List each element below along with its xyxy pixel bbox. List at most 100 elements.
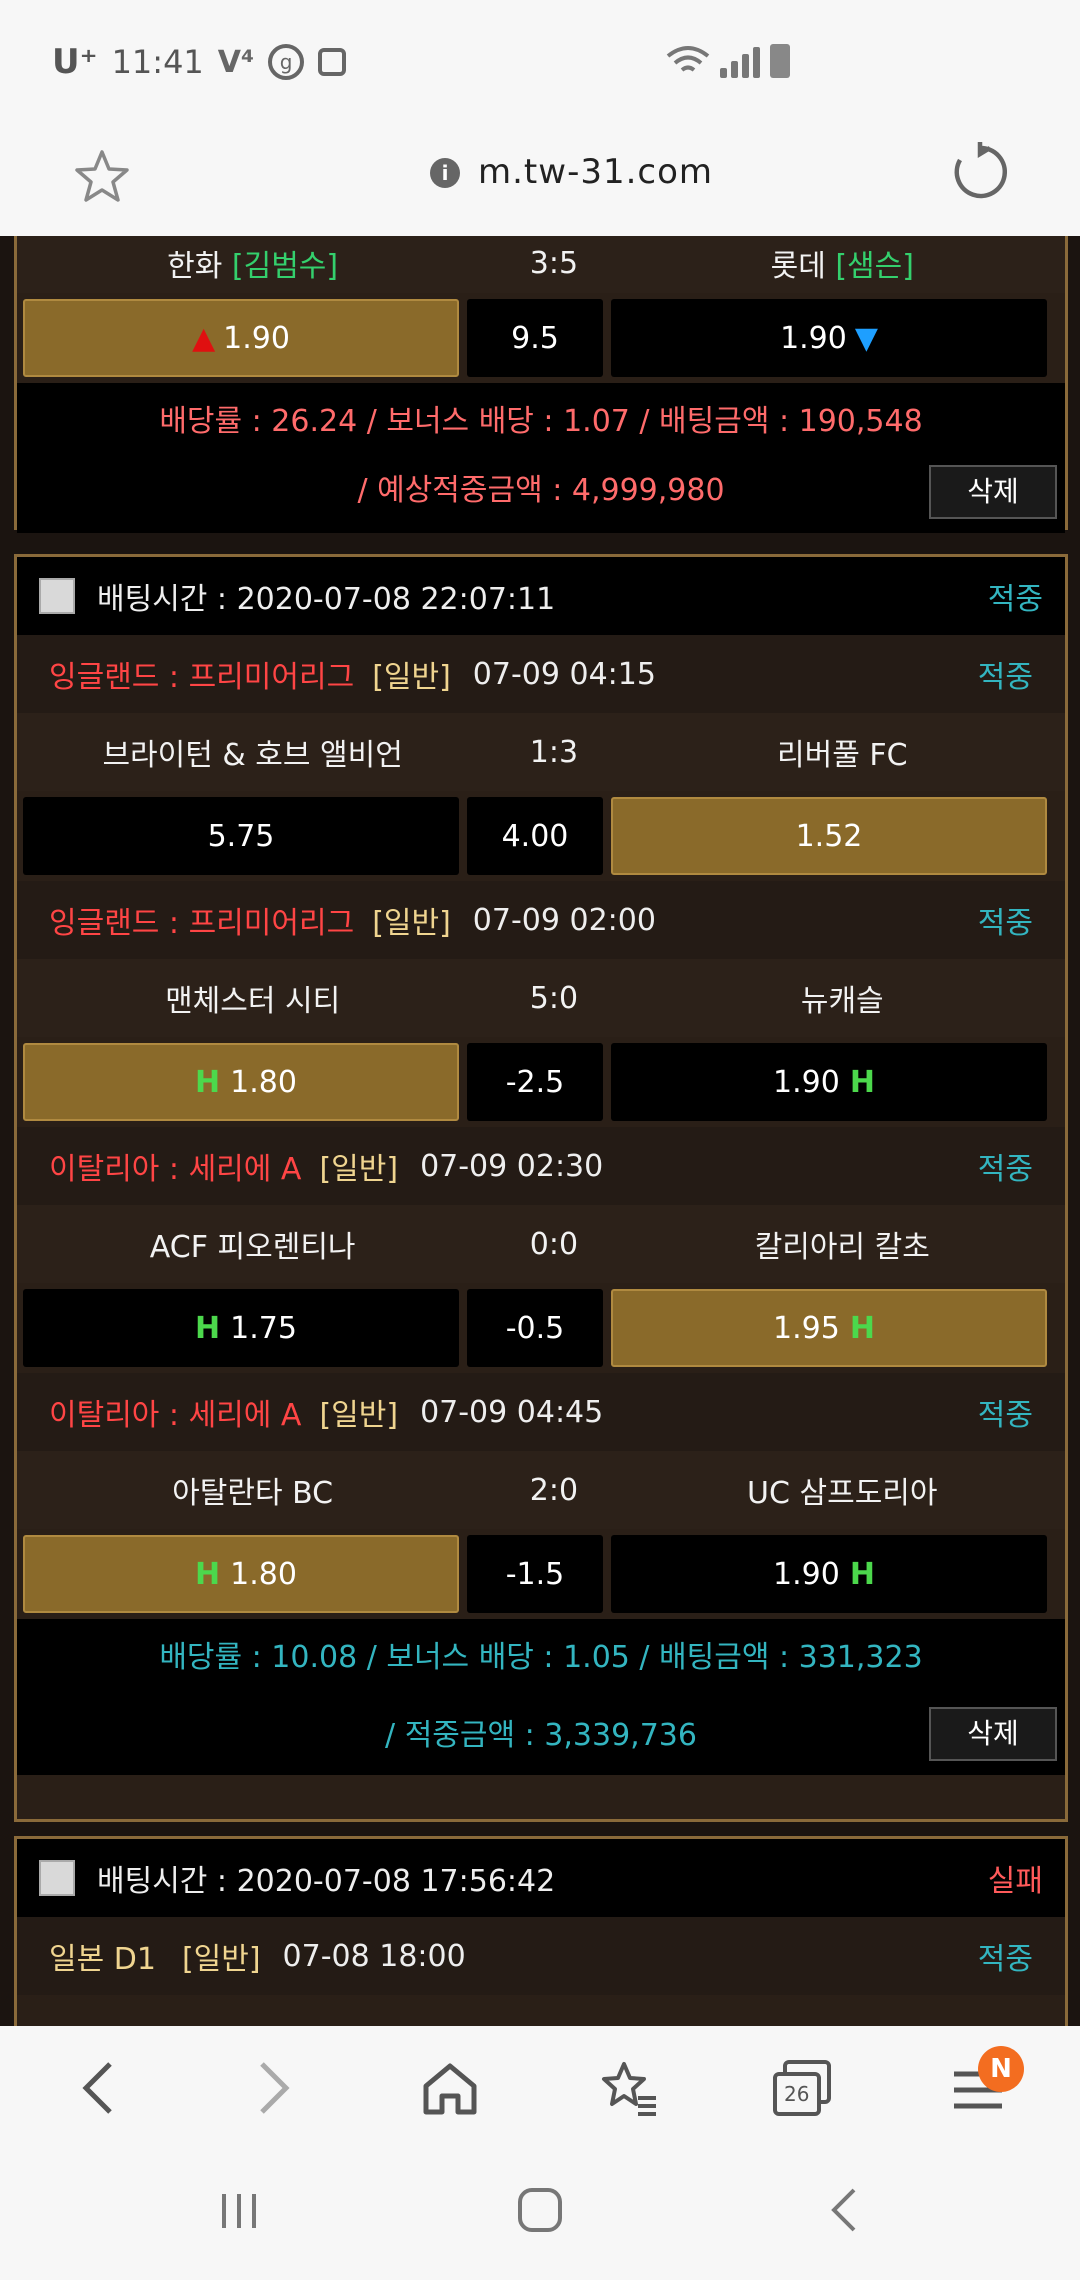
- url-bar: i m.tw-31.com: [0, 130, 1080, 236]
- league-name: 잉글랜드 : 프리미어리그: [49, 906, 355, 941]
- game-time: 07-09 02:30: [420, 1148, 604, 1184]
- odds-row: H 1.80 -2.5 1.90 H: [17, 1037, 1065, 1127]
- match-teams: 브라이턴 & 호브 앨비언 1:3 리버풀 FC: [17, 713, 1065, 791]
- bet-status: 실패: [987, 1864, 1043, 1899]
- odds-handicap[interactable]: -0.5: [467, 1289, 603, 1367]
- game-time: 07-09 04:15: [472, 656, 656, 692]
- chevron-right-icon: [260, 2062, 290, 2114]
- odds-handicap[interactable]: 9.5: [467, 299, 603, 377]
- summary-line2: / 예상적중금액 : 4,999,980: [357, 473, 725, 508]
- bet-card: 배팅시간 : 2020-07-08 17:56:42 실패 일본 D1 [일반]…: [14, 1836, 1068, 2026]
- bet-summary: 배당률 : 26.24 / 보너스 배당 : 1.07 / 배팅금액 : 190…: [17, 383, 1065, 533]
- match-score: 1:3: [529, 734, 579, 770]
- bet-time: 배팅시간 : 2020-07-08 22:07:11: [97, 582, 556, 617]
- g-icon: g: [268, 44, 305, 80]
- signal-icon: [720, 47, 760, 78]
- summary-line1: 배당률 : 26.24 / 보너스 배당 : 1.07 / 배팅금액 : 190…: [159, 404, 923, 439]
- odds-draw-button[interactable]: 4.00: [467, 797, 603, 875]
- odds-home-button[interactable]: H 1.80: [23, 1535, 459, 1613]
- bookmarks-button[interactable]: [592, 2052, 664, 2124]
- odds-handicap[interactable]: -2.5: [467, 1043, 603, 1121]
- away-team: 리버풀 FC: [777, 738, 908, 773]
- odds-handicap[interactable]: -1.5: [467, 1535, 603, 1613]
- odds-away-button[interactable]: 1.52: [611, 797, 1047, 875]
- game-result: 적중: [977, 1398, 1033, 1433]
- odds-row: H 1.80 -1.5 1.90 H: [17, 1529, 1065, 1619]
- tabs-button[interactable]: 26: [766, 2052, 838, 2124]
- match-score: 5:0: [529, 980, 579, 1016]
- match-teams: 맨체스터 시티 5:0 뉴캐슬: [17, 959, 1065, 1037]
- tab-count: 26: [784, 2082, 810, 2106]
- league-row: 이탈리아 : 세리에 A [일반] 07-09 04:45 적중: [17, 1373, 1065, 1451]
- game-time: 07-09 02:00: [472, 902, 656, 938]
- system-nav-bar: [0, 2152, 1080, 2280]
- bet-card-header: 배팅시간 : 2020-07-08 17:56:42 실패: [17, 1839, 1065, 1917]
- bet-summary: 배당률 : 10.08 / 보너스 배당 : 1.05 / 배팅금액 : 331…: [17, 1619, 1065, 1775]
- chevron-left-icon: [82, 2062, 112, 2114]
- back-nav-icon[interactable]: [826, 2186, 862, 2234]
- away-team: 롯데: [770, 249, 826, 284]
- camera-icon: [318, 48, 347, 76]
- odds-home-button[interactable]: H 1.75: [23, 1289, 459, 1367]
- bet-history-page[interactable]: 한화 [김범수] 3:5 롯데 [샘슨] ▲ 1.90 9.5 1.90 ▼ 배…: [0, 236, 1080, 2026]
- delete-button[interactable]: 삭제: [929, 1707, 1057, 1761]
- reload-icon[interactable]: [950, 142, 1010, 202]
- home-team: 아탈란타 BC: [172, 1476, 334, 1511]
- delete-button[interactable]: 삭제: [929, 465, 1057, 519]
- league-name: 잉글랜드 : 프리미어리그: [49, 660, 355, 695]
- odds-away-button[interactable]: 1.90 ▼: [611, 299, 1047, 377]
- odds-home-button[interactable]: H 1.80: [23, 1043, 459, 1121]
- info-icon[interactable]: i: [430, 158, 460, 188]
- home-button[interactable]: [414, 2052, 486, 2124]
- bet-card-header: 배팅시간 : 2020-07-08 22:07:11 적중: [17, 557, 1065, 635]
- bet-card: 한화 [김범수] 3:5 롯데 [샘슨] ▲ 1.90 9.5 1.90 ▼ 배…: [14, 236, 1068, 533]
- away-team: 칼리아리 칼초: [754, 1230, 930, 1265]
- bet-type: [일반]: [372, 660, 451, 695]
- handicap-h-icon: H: [849, 1310, 875, 1346]
- bet-type: [일반]: [319, 1398, 399, 1433]
- odds-row: ▲ 1.90 9.5 1.90 ▼: [17, 293, 1065, 383]
- bet-card: 배팅시간 : 2020-07-08 22:07:11 적중 잉글랜드 : 프리미…: [14, 554, 1068, 1822]
- league-row: 이탈리아 : 세리에 A [일반] 07-09 02:30 적중: [17, 1127, 1065, 1205]
- summary-line1: 배당률 : 10.08 / 보너스 배당 : 1.05 / 배팅금액 : 331…: [159, 1640, 923, 1675]
- away-team: 뉴캐슬: [800, 984, 884, 1019]
- match-teams: ACF 피오렌티나 0:0 칼리아리 칼초: [17, 1205, 1065, 1283]
- league-name: 일본 D1: [49, 1942, 156, 1977]
- bet-type: [일반]: [181, 1942, 261, 1977]
- url-text[interactable]: m.tw-31.com: [478, 152, 713, 192]
- odds-away-button[interactable]: 1.90 H: [611, 1043, 1047, 1121]
- select-checkbox[interactable]: [39, 578, 75, 614]
- match-score: 2:0: [529, 1472, 579, 1508]
- odds-away-button[interactable]: 1.95 H: [611, 1289, 1047, 1367]
- odds-away-button[interactable]: 1.90 H: [611, 1535, 1047, 1613]
- handicap-h-icon: H: [195, 1310, 221, 1346]
- odds-home-button[interactable]: 5.75: [23, 797, 459, 875]
- league-row: 일본 D1 [일반] 07-08 18:00 적중: [17, 1917, 1065, 1995]
- carrier-label: U⁺: [52, 42, 98, 82]
- handicap-h-icon: H: [195, 1064, 221, 1100]
- handicap-h-icon: H: [849, 1064, 875, 1100]
- odds-row: 5.75 4.00 1.52: [17, 791, 1065, 881]
- league-name: 이탈리아 : 세리에 A: [49, 1398, 302, 1433]
- browser-toolbar: 26 N: [0, 2026, 1080, 2152]
- match-score: 3:5: [529, 245, 579, 281]
- bookmark-star-icon[interactable]: [72, 146, 132, 206]
- handicap-h-icon: H: [849, 1556, 875, 1592]
- select-checkbox[interactable]: [39, 1860, 75, 1896]
- home-nav-icon[interactable]: [516, 2186, 564, 2234]
- bet-type: [일반]: [319, 1152, 399, 1187]
- home-team: 한화: [167, 249, 223, 284]
- league-name: 이탈리아 : 세리에 A: [49, 1152, 302, 1187]
- forward-button[interactable]: [238, 2052, 310, 2124]
- bet-type: [일반]: [372, 906, 451, 941]
- wifi-icon: [666, 46, 710, 72]
- odds-home-button[interactable]: ▲ 1.90: [23, 299, 459, 377]
- home-team: ACF 피오렌티나: [149, 1230, 356, 1265]
- volte-icon: V⁴: [217, 44, 255, 80]
- recent-apps-icon[interactable]: [216, 2188, 262, 2234]
- arrow-down-icon: ▼: [854, 320, 878, 356]
- status-right: [666, 44, 790, 78]
- home-team: 맨체스터 시티: [165, 984, 341, 1019]
- back-button[interactable]: [62, 2052, 134, 2124]
- away-team: UC 삼프도리아: [747, 1476, 938, 1511]
